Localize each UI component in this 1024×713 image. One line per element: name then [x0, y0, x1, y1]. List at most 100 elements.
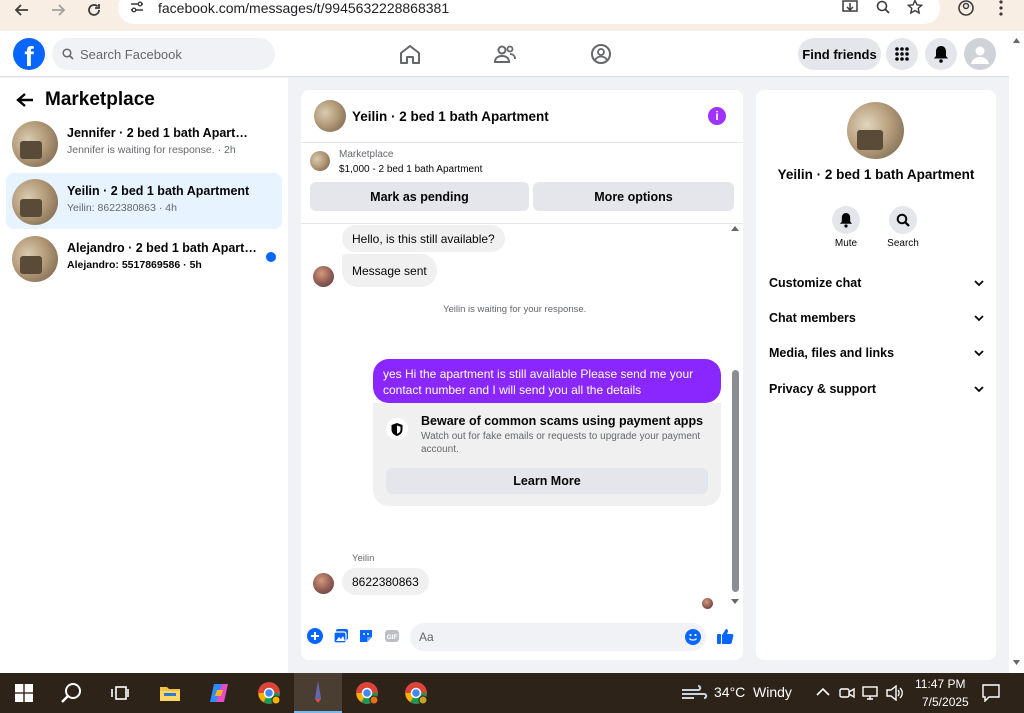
message-bubble-incoming: Hello, is this still available?	[342, 225, 505, 252]
chrome-icon	[356, 682, 379, 705]
browser-toolbar: facebook.com/messages/t/9945632228868381	[0, 0, 1024, 31]
more-options-button[interactable]: More options	[533, 182, 734, 211]
details-title[interactable]: Yeilin · 2 bed 1 bath Apartment	[756, 167, 996, 182]
conversation-item-active[interactable]: Yeilin · 2 bed 1 bath Apartment Yeilin: …	[6, 173, 282, 229]
search-icon	[62, 48, 74, 60]
bell-icon	[840, 213, 852, 228]
search-input[interactable]: Search Facebook	[52, 38, 275, 70]
friends-icon[interactable]	[493, 43, 517, 65]
scroll-down-icon[interactable]	[730, 598, 740, 606]
scroll-up-icon[interactable]	[730, 224, 740, 232]
windy-weather-icon[interactable]	[680, 684, 708, 702]
chevron-down-icon	[974, 280, 984, 287]
copilot-button[interactable]	[205, 679, 233, 707]
conversation-item[interactable]: Jennifer · 2 bed 1 bath Apartment Jennif…	[6, 115, 282, 171]
forward-icon[interactable]	[44, 0, 72, 20]
pen-app-icon	[315, 681, 321, 703]
reload-icon[interactable]	[80, 0, 108, 20]
bell-icon	[934, 46, 948, 63]
listing-photo[interactable]	[847, 102, 904, 159]
weather-text[interactable]: Windy	[753, 684, 792, 700]
message-input[interactable]: Aa	[410, 623, 706, 651]
chat-scrollbar[interactable]	[730, 224, 740, 610]
find-friends-button[interactable]: Find friends	[798, 38, 881, 70]
network-icon[interactable]	[862, 685, 880, 701]
listing-thumbnail[interactable]	[310, 151, 330, 171]
section-label: Customize chat	[769, 276, 862, 290]
chevron-up-icon[interactable]	[816, 687, 830, 697]
sender-avatar[interactable]	[313, 573, 334, 594]
start-button[interactable]	[10, 679, 38, 707]
scroll-thumb[interactable]	[732, 370, 739, 592]
meet-now-icon[interactable]	[839, 685, 855, 701]
conversation-item[interactable]: Alejandro · 2 bed 1 bath Apartm... Aleja…	[6, 230, 282, 286]
photo-icon[interactable]	[333, 628, 349, 644]
chrome-icon	[258, 682, 281, 705]
chat-members-section[interactable]: Chat members	[769, 311, 984, 331]
address-bar[interactable]: facebook.com/messages/t/9945632228868381	[118, 0, 940, 24]
chat-thumbnail[interactable]	[314, 100, 346, 132]
message-bubble-outgoing: yes Hi the apartment is still available …	[373, 359, 721, 403]
message-bubble-incoming: Message sent	[342, 254, 437, 287]
search-placeholder: Search Facebook	[80, 47, 182, 62]
taskbar-search-button[interactable]	[58, 679, 86, 707]
search-in-chat-button[interactable]: Search	[883, 206, 923, 249]
page-scrollbar[interactable]	[1009, 31, 1024, 673]
media-files-links-section[interactable]: Media, files and links	[769, 346, 984, 366]
facebook-header: f Search Facebook Find friends	[0, 31, 1009, 77]
customize-chat-section[interactable]: Customize chat	[769, 276, 984, 296]
gif-icon[interactable]: GIF	[384, 628, 400, 644]
sender-avatar[interactable]	[313, 266, 334, 287]
shield-icon	[386, 418, 408, 440]
back-arrow-icon[interactable]	[16, 92, 34, 108]
mute-button[interactable]: Mute	[826, 206, 866, 249]
sticker-icon[interactable]	[358, 628, 374, 644]
section-label: Chat members	[769, 311, 856, 325]
chat-title[interactable]: Yeilin · 2 bed 1 bath Apartment	[352, 109, 549, 124]
scroll-down-icon[interactable]	[1012, 659, 1021, 666]
account-avatar[interactable]	[964, 38, 996, 70]
groups-icon[interactable]	[589, 43, 613, 65]
chrome-profile-3-button[interactable]	[402, 679, 430, 707]
notifications-button[interactable]	[925, 38, 957, 70]
chrome-profile-2-button[interactable]	[353, 679, 381, 707]
copilot-icon	[210, 684, 228, 702]
mark-as-pending-button[interactable]: Mark as pending	[310, 182, 529, 211]
install-app-icon[interactable]	[842, 0, 858, 14]
emoji-icon[interactable]	[685, 629, 701, 645]
menu-grid-button[interactable]	[886, 38, 918, 70]
chevron-down-icon	[974, 315, 984, 322]
facebook-logo[interactable]: f	[13, 38, 45, 70]
zoom-icon[interactable]	[876, 0, 890, 14]
home-icon[interactable]	[398, 43, 422, 65]
notification-center-icon[interactable]	[982, 684, 1000, 702]
add-plus-icon[interactable]	[307, 628, 323, 644]
task-view-button[interactable]	[106, 679, 134, 707]
temperature-text[interactable]: 34°C	[714, 684, 745, 700]
listing-thumbnail	[12, 179, 58, 225]
clock-date[interactable]: 7/5/2025	[922, 695, 969, 709]
site-info-icon[interactable]	[130, 1, 144, 13]
volume-icon[interactable]	[886, 685, 904, 701]
bookmark-star-icon[interactable]	[907, 0, 923, 15]
file-explorer-button[interactable]	[156, 679, 184, 707]
scroll-up-icon[interactable]	[1012, 37, 1021, 44]
back-icon[interactable]	[8, 0, 36, 20]
message-placeholder: Aa	[419, 630, 434, 644]
chrome-profile-1-button[interactable]	[255, 679, 283, 707]
marketplace-sidebar: Marketplace Jennifer · 2 bed 1 bath Apar…	[0, 78, 288, 673]
listing-price-title[interactable]: $1,000 - 2 bed 1 bath Apartment	[339, 164, 482, 175]
info-icon[interactable]: i	[708, 107, 726, 125]
search-icon	[896, 213, 910, 227]
conversation-name: Yeilin · 2 bed 1 bath Apartment	[67, 184, 250, 198]
browser-menu-icon[interactable]	[998, 0, 1004, 16]
privacy-support-section[interactable]: Privacy & support	[769, 382, 984, 402]
windows-taskbar: 34°C Windy 11:47 PM 7/5/2025	[0, 673, 1024, 713]
marketplace-label: Marketplace	[339, 149, 394, 160]
like-thumb-icon[interactable]	[716, 627, 734, 645]
learn-more-button[interactable]: Learn More	[386, 468, 708, 494]
profile-icon[interactable]	[957, 0, 975, 16]
active-app-button[interactable]	[294, 673, 342, 713]
message-bubble-incoming: 8622380863	[342, 568, 429, 595]
clock-time[interactable]: 11:47 PM	[915, 677, 965, 691]
